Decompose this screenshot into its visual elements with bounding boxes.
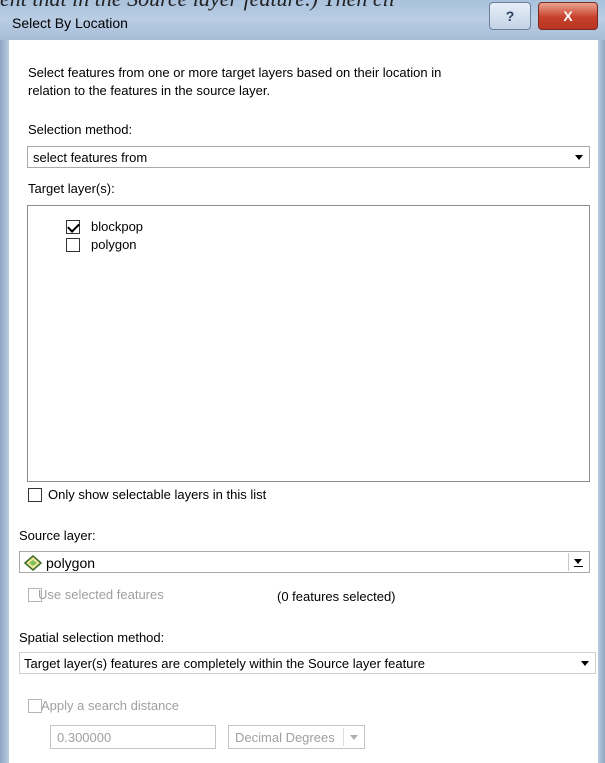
source-layer-label: Source layer: — [19, 528, 96, 543]
window-title: Select By Location — [12, 15, 128, 31]
apply-distance-label: Apply a search distance — [41, 698, 180, 713]
spatial-method-label: Spatial selection method: — [19, 630, 165, 645]
polygon-layer-icon — [24, 555, 42, 571]
description-line-1: Select features from one or more target … — [28, 65, 442, 80]
distance-unit-value: Decimal Degrees — [235, 730, 335, 745]
chevron-down-icon — [350, 735, 358, 740]
chevron-down-icon — [575, 155, 583, 160]
dialog-body: Select features from one or more target … — [9, 40, 598, 763]
close-button[interactable]: X — [538, 2, 598, 30]
distance-value-input[interactable]: 0.300000 — [50, 725, 216, 749]
window-frame-left — [0, 40, 9, 763]
target-layer-label: polygon — [91, 237, 137, 252]
spatial-method-dropdown[interactable]: Target layer(s) features are completely … — [19, 652, 596, 674]
help-button[interactable]: ? — [489, 2, 531, 30]
selected-count: (0 features selected) — [277, 589, 396, 604]
target-layer-checkbox-blockpop[interactable] — [66, 220, 80, 234]
only-selectable-checkbox[interactable] — [28, 488, 42, 502]
distance-value: 0.300000 — [57, 730, 112, 745]
spatial-method-value: Target layer(s) features are completely … — [24, 656, 426, 671]
use-selected-label: Use selected features — [38, 587, 164, 602]
source-layer-arrow[interactable] — [568, 553, 588, 571]
apply-distance-checkbox[interactable] — [28, 699, 42, 713]
target-layer-checkbox-polygon[interactable] — [66, 238, 80, 252]
window-frame-right — [598, 40, 605, 763]
source-layer-dropdown[interactable]: polygon — [19, 551, 590, 573]
target-layers-label: Target layer(s): — [28, 181, 115, 196]
only-selectable-label: Only show selectable layers in this list — [48, 487, 267, 502]
chevron-down-icon — [574, 559, 582, 564]
selection-method-dropdown[interactable]: select features from — [27, 146, 590, 168]
description-line-2: relation to the features in the source l… — [28, 83, 271, 98]
source-layer-value: polygon — [46, 555, 96, 571]
target-layer-label: blockpop — [91, 219, 144, 234]
chevron-down-icon — [581, 661, 589, 666]
selection-method-label: Selection method: — [28, 122, 133, 137]
target-layers-list[interactable]: blockpop polygon — [27, 205, 590, 482]
distance-unit-dropdown[interactable]: Decimal Degrees — [228, 725, 365, 749]
selection-method-value: select features from — [33, 150, 148, 165]
